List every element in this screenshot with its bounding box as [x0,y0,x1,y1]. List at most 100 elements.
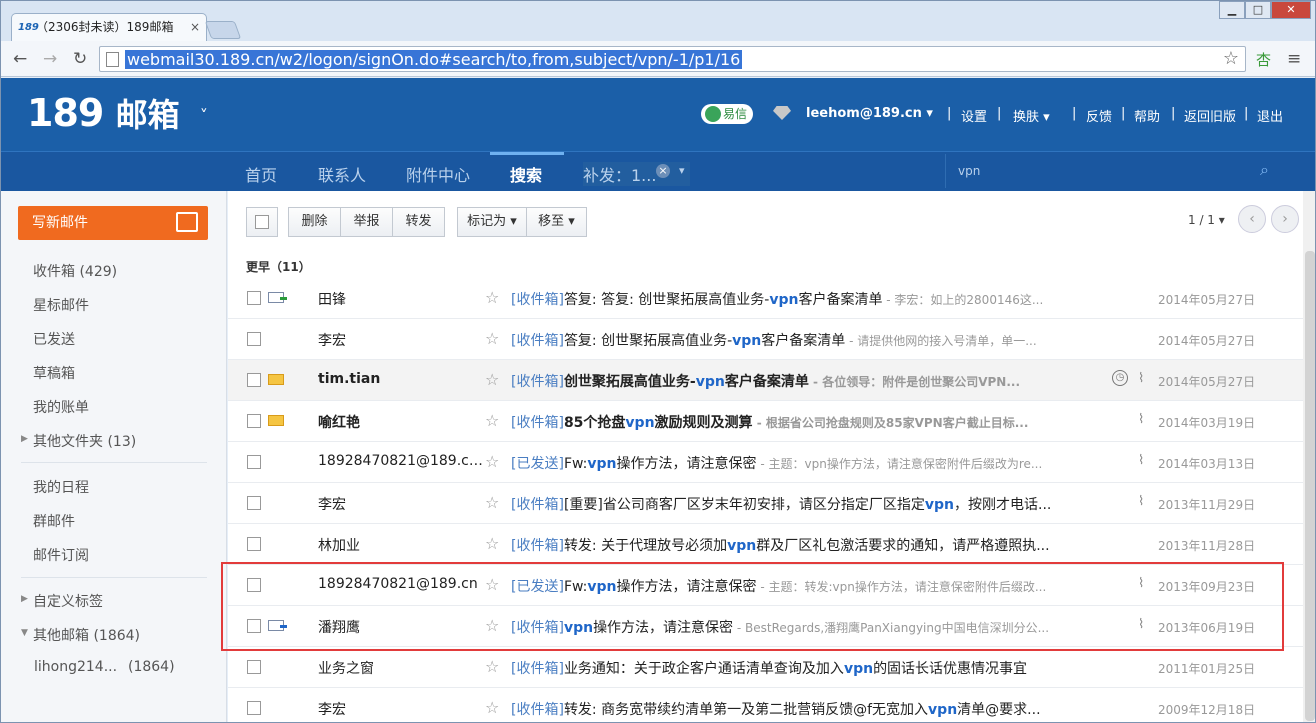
app-subscriptions[interactable]: 邮件订阅 [33,545,89,565]
collapse-icon[interactable]: ▼ [21,628,28,638]
skin-menu[interactable]: 换肤 ▾ [1013,106,1050,125]
bookmark-star-icon[interactable]: ☆ [1223,48,1239,69]
row-checkbox[interactable] [247,496,261,510]
row-checkbox[interactable] [247,619,261,633]
old-version-link[interactable]: 返回旧版 [1184,106,1236,125]
compose-button[interactable]: 写新邮件 [18,206,208,240]
maximize-button[interactable]: □ [1245,1,1271,19]
account-item[interactable]: lihong214... [34,659,117,675]
star-icon[interactable]: ☆ [485,411,499,430]
logout-link[interactable]: 退出 [1257,106,1283,125]
email-subject[interactable]: [收件箱]转发: 商务宽带续约清单第一及第二批营销反馈@f无宽加入vpn清单@要… [511,699,1051,719]
email-subject[interactable]: [收件箱]vpn操作方法，请注意保密 - BestRegards,潘翔鹰PanX… [511,617,1051,637]
row-checkbox[interactable] [247,373,261,387]
prev-page-button[interactable]: ‹ [1238,205,1266,233]
email-subject[interactable]: [收件箱]答复: 创世聚拓展高值业务-vpn客户备案清单 - 请提供他网的接入号… [511,330,1051,350]
expand-icon[interactable]: ▶ [21,434,28,444]
custom-labels[interactable]: ▶ 自定义标签 [21,591,103,611]
tab-search[interactable]: 搜索 [510,162,542,186]
email-row[interactable]: 潘翔鹰 ☆ [收件箱]vpn操作方法，请注意保密 - BestRegards,潘翔鹰… [228,606,1303,647]
minimize-button[interactable]: ▁ [1219,1,1245,19]
folder-bills[interactable]: 我的账单 [33,397,89,417]
extension-icon[interactable]: 杏 [1256,49,1271,70]
chevron-down-icon[interactable]: ˅ [200,106,208,125]
email-subject[interactable]: [收件箱]创世聚拓展高值业务-vpn客户备案清单 - 各位领导：附件是创世聚公司… [511,371,1051,391]
page-indicator[interactable]: 1 / 1 ▾ [1188,213,1225,227]
email-subject[interactable]: [已发送]Fw:vpn操作方法，请注意保密 - 主题：vpn操作方法，请注意保密… [511,453,1051,473]
search-box[interactable]: vpn ⌕ [945,154,1285,188]
row-checkbox[interactable] [247,414,261,428]
star-icon[interactable]: ☆ [485,698,499,717]
row-checkbox[interactable] [247,537,261,551]
email-row[interactable]: 喻红艳 ☆ [收件箱]85个抢盘vpn激励规则及测算 - 根据省公司抢盘规则及85家… [228,401,1303,442]
help-link[interactable]: 帮助 [1134,106,1160,125]
star-icon[interactable]: ☆ [485,370,499,389]
menu-icon[interactable]: ≡ [1287,49,1301,69]
close-tab-icon[interactable]: × [656,164,670,178]
folder-sent[interactable]: 已发送 [33,329,75,349]
next-page-button[interactable]: › [1271,205,1299,233]
email-subject[interactable]: [收件箱]85个抢盘vpn激励规则及测算 - 根据省公司抢盘规则及85家VPN客… [511,412,1051,432]
row-checkbox[interactable] [247,701,261,715]
row-checkbox[interactable] [247,578,261,592]
tab-close-icon[interactable]: × [190,14,200,40]
star-icon[interactable]: ☆ [485,534,499,553]
app-calendar[interactable]: 我的日程 [33,477,89,497]
row-checkbox[interactable] [247,455,261,469]
star-icon[interactable]: ☆ [485,288,499,307]
browser-tab[interactable]: 189 （2306封未读）189邮箱 × [11,13,207,41]
logo-189[interactable]: 189 邮箱 ˅ [27,90,208,136]
user-menu[interactable]: leehom@189.cn ▾ [806,106,933,121]
folder-starred[interactable]: 星标邮件 [33,295,89,315]
other-mailboxes[interactable]: ▼ 其他邮箱 (1864) [21,625,140,645]
email-row[interactable]: 业务之窗 ☆ [收件箱]业务通知：关于政企客户通话清单查询及加入vpn的固话长话优惠… [228,647,1303,688]
email-row[interactable]: 田锋 ☆ [收件箱]答复: 答复: 创世聚拓展高值业务-vpn客户备案清单 - 李宏… [228,278,1303,319]
folder-inbox[interactable]: 收件箱 (429) [33,261,117,281]
settings-link[interactable]: 设置 [961,106,987,125]
row-checkbox[interactable] [247,660,261,674]
expand-icon[interactable]: ▶ [21,594,28,604]
email-row[interactable]: 18928470821@189.cn,1... ☆ [已发送]Fw:vpn操作方法，… [228,442,1303,483]
close-window-button[interactable]: ✕ [1271,1,1311,19]
report-button[interactable]: 举报 [340,207,393,237]
back-icon[interactable]: ← [13,49,27,69]
feedback-link[interactable]: 反馈 [1086,106,1112,125]
folder-other[interactable]: ▶ 其他文件夹 (13) [21,431,136,451]
app-group-mail[interactable]: 群邮件 [33,511,75,531]
email-row[interactable]: 林加业 ☆ [收件箱]转发: 关于代理放号必须加vpn群及厂区礼包激活要求的通知，请… [228,524,1303,565]
email-row[interactable]: 李宏 ☆ [收件箱]答复: 创世聚拓展高值业务-vpn客户备案清单 - 请提供他网的… [228,319,1303,360]
tab-home[interactable]: 首页 [245,162,277,186]
row-checkbox[interactable] [247,291,261,305]
email-subject[interactable]: [收件箱]业务通知：关于政企客户通话清单查询及加入vpn的固话长话优惠情况事宜 [511,658,1051,678]
delete-button[interactable]: 删除 [288,207,341,237]
tab-attachments[interactable]: 附件中心 [406,162,470,186]
star-icon[interactable]: ☆ [485,493,499,512]
new-tab-button[interactable] [204,21,242,39]
move-to-button[interactable]: 移至 ▾ [526,207,587,237]
forward-icon[interactable]: → [43,49,57,69]
star-icon[interactable]: ☆ [485,575,499,594]
email-row[interactable]: 18928470821@189.cn ☆ [已发送]Fw:vpn操作方法，请注意保密… [228,565,1303,606]
select-all-button[interactable] [246,207,278,237]
yixin-button[interactable]: 易信 [701,104,753,124]
search-icon[interactable]: ⌕ [1260,160,1269,180]
star-icon[interactable]: ☆ [485,616,499,635]
tab-contacts[interactable]: 联系人 [318,162,366,186]
search-input[interactable]: vpn [958,164,980,178]
row-checkbox[interactable] [247,332,261,346]
email-subject[interactable]: [收件箱]答复: 答复: 创世聚拓展高值业务-vpn客户备案清单 - 李宏：如上… [511,289,1051,309]
scrollbar[interactable] [1303,191,1315,722]
tab-resend[interactable]: 补发：1... [583,162,691,186]
email-row[interactable]: 李宏 ☆ [收件箱]转发: 商务宽带续约清单第一及第二批营销反馈@f无宽加入vpn清… [228,688,1303,722]
select-all-checkbox[interactable] [255,215,269,229]
reload-icon[interactable]: ↻ [73,49,87,69]
mark-as-button[interactable]: 标记为 ▾ [457,207,527,237]
email-subject[interactable]: [收件箱][重要]省公司商客厂区岁末年初安排，请区分指定厂区指定vpn，按刚才电… [511,494,1051,514]
scrollbar-thumb[interactable] [1305,251,1315,721]
address-bar[interactable]: webmail30.189.cn/w2/logon/signOn.do#sear… [99,46,1246,72]
url-text[interactable]: webmail30.189.cn/w2/logon/signOn.do#sear… [125,50,743,69]
folder-drafts[interactable]: 草稿箱 [33,363,75,383]
more-tabs-icon[interactable]: ▾ [679,164,685,177]
star-icon[interactable]: ☆ [485,329,499,348]
email-subject[interactable]: [收件箱]转发: 关于代理放号必须加vpn群及厂区礼包激活要求的通知，请严格遵照… [511,535,1051,555]
